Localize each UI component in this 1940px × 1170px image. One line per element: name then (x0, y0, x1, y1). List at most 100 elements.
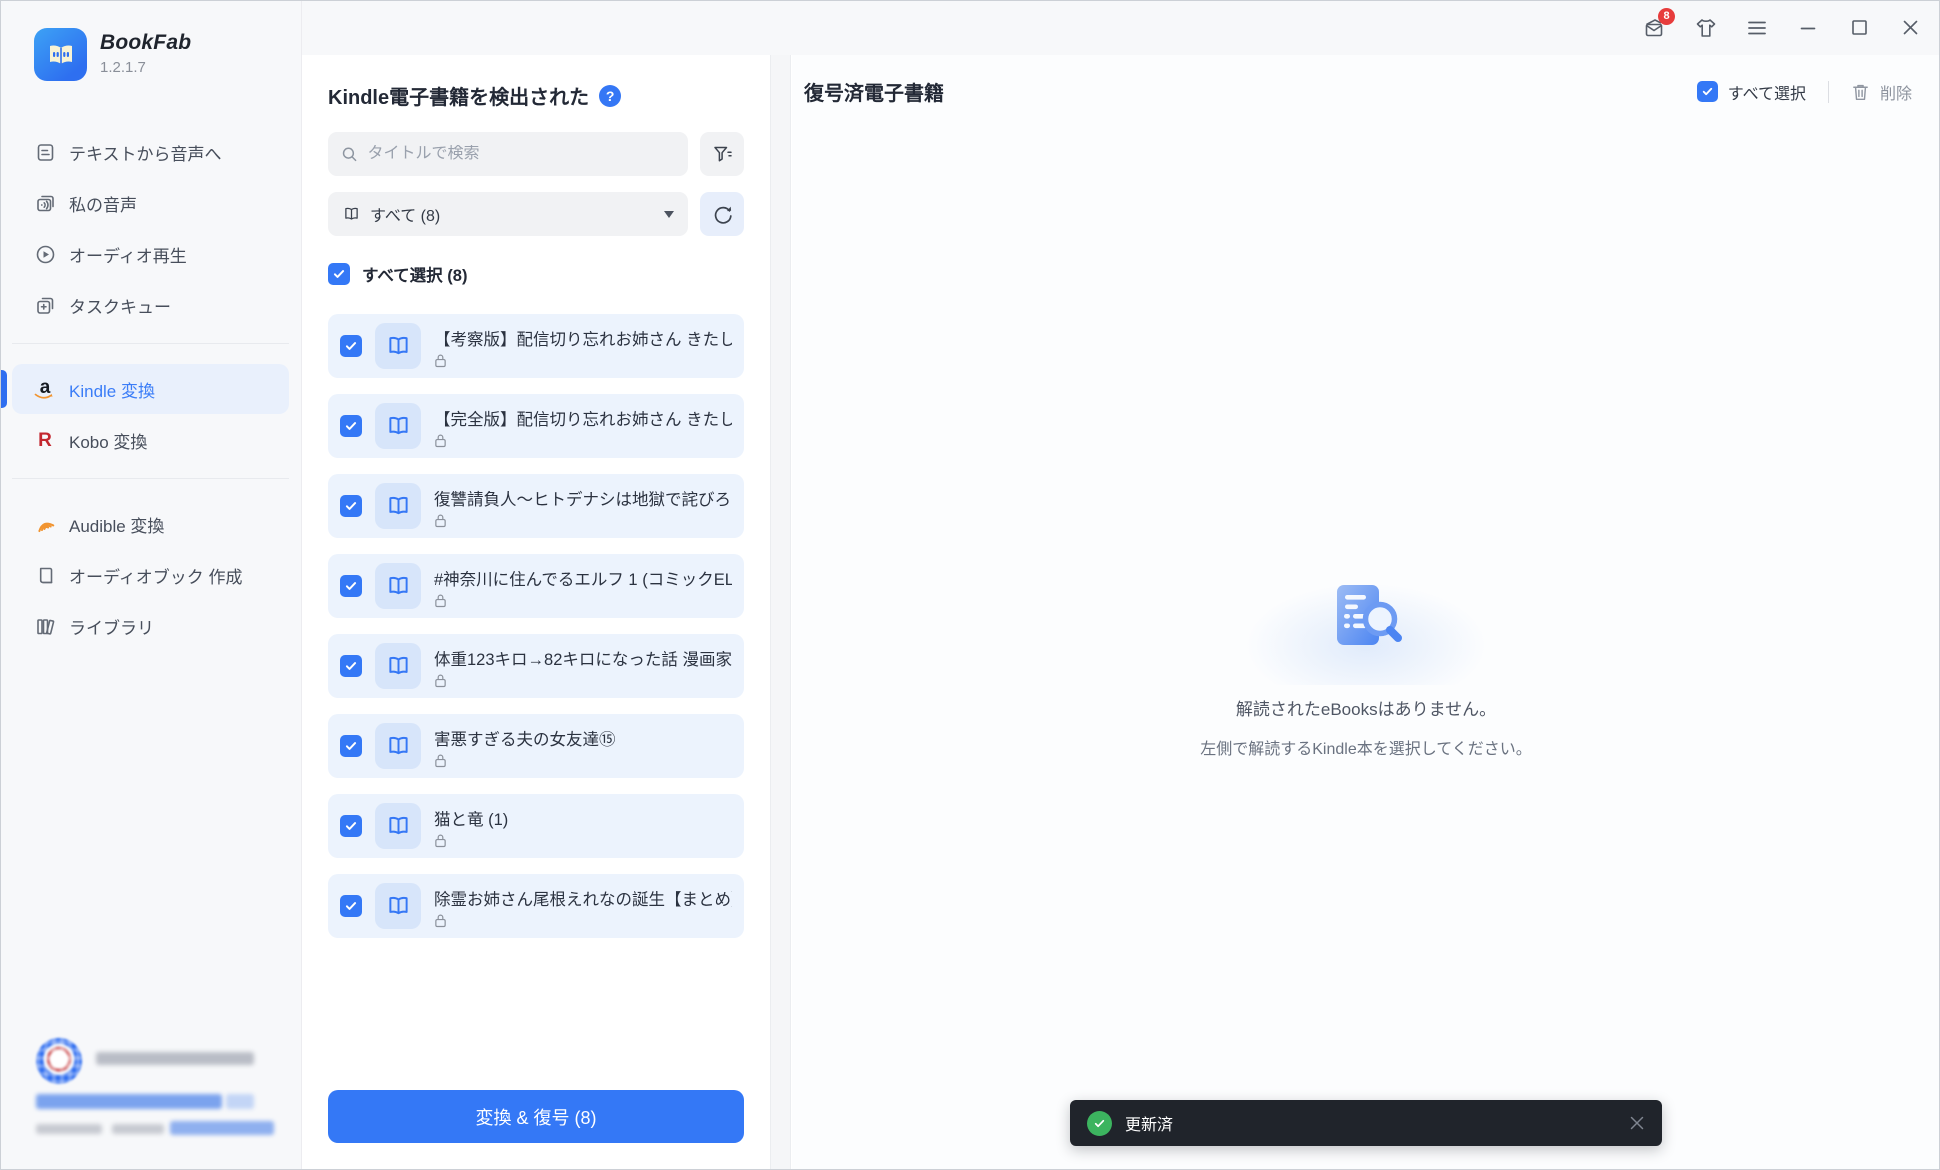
select-all-label: すべて選択 (8) (362, 262, 467, 286)
sidebar-item-audio-play[interactable]: オーディオ再生 (12, 229, 289, 279)
book-cover-icon (375, 483, 421, 529)
open-book-logo-icon (45, 41, 77, 69)
delete-button-label[interactable]: 削除 (1880, 80, 1912, 104)
detected-books-panel: Kindle電子書籍を検出された ? (302, 55, 770, 1170)
sidebar: BookFab 1.2.1.7 テキストから音声へ (0, 0, 302, 1170)
check-icon (344, 739, 358, 753)
sidebar-divider (12, 343, 289, 344)
decrypted-select-all-checkbox[interactable] (1697, 81, 1718, 102)
toast-close-button[interactable] (1629, 1115, 1645, 1131)
sidebar-item-library[interactable]: ライブラリ (12, 601, 289, 651)
book-list-item[interactable]: 体重123キロ→82キロになった話 漫画家な… (328, 634, 744, 698)
help-icon[interactable]: ? (599, 85, 621, 107)
empty-state: 解読されたeBooksはありません。 左側で解読するKindle本を選択してくだ… (1126, 553, 1606, 759)
book-checkbox[interactable] (340, 495, 362, 517)
book-cover-icon (375, 883, 421, 929)
merch-tshirt-button[interactable] (1694, 16, 1718, 40)
book-list-item[interactable]: 【完全版】配信切り忘れお姉さん きたしま… (328, 394, 744, 458)
book-checkbox[interactable] (340, 575, 362, 597)
book-title: 【完全版】配信切り忘れお姉さん きたしま… (434, 406, 732, 430)
book-checkbox[interactable] (340, 735, 362, 757)
book-cover-icon (375, 643, 421, 689)
lock-icon (434, 593, 447, 608)
sidebar-item-label: 私の音声 (69, 191, 137, 216)
search-input[interactable] (368, 145, 676, 163)
minimize-button[interactable] (1796, 16, 1820, 40)
redacted-link (170, 1121, 274, 1135)
sidebar-item-text-to-speech[interactable]: テキストから音声へ (12, 127, 289, 177)
sidebar-item-my-voice[interactable]: 私の音声 (12, 178, 289, 228)
sidebar-item-kindle-convert[interactable]: a Kindle 変換 (12, 364, 289, 414)
book-title: #神奈川に住んでるエルフ 1 (コミックELMO) (434, 566, 732, 590)
sidebar-item-label: ライブラリ (69, 614, 154, 639)
filter-funnel-icon (712, 144, 733, 165)
library-shelf-icon (34, 615, 56, 637)
redacted-username (96, 1052, 254, 1065)
app-version: 1.2.1.7 (100, 59, 191, 76)
sidebar-divider (12, 478, 289, 479)
book-cover-icon (375, 403, 421, 449)
check-icon (344, 819, 358, 833)
book-list-item[interactable]: 復讐請負人～ヒトデナシは地獄で詫びろ１… (328, 474, 744, 538)
notification-badge: 8 (1658, 8, 1675, 25)
task-queue-icon (34, 294, 56, 316)
sidebar-item-label: テキストから音声へ (69, 140, 222, 165)
user-account-area[interactable] (0, 1020, 302, 1170)
book-list-item[interactable]: #神奈川に住んでるエルフ 1 (コミックELMO) (328, 554, 744, 618)
check-icon (344, 659, 358, 673)
redacted-plan-bar (36, 1094, 222, 1109)
book-checkbox[interactable] (340, 655, 362, 677)
maximize-button[interactable] (1847, 16, 1871, 40)
book-checkbox[interactable] (340, 335, 362, 357)
kobo-rakuten-icon: R (34, 429, 56, 451)
sidebar-item-task-queue[interactable]: タスクキュー (12, 280, 289, 330)
book-list-item[interactable]: 【考察版】配信切り忘れお姉さん きたしま… (328, 314, 744, 378)
convert-decrypt-button[interactable]: 変換 & 復号 (8) (328, 1090, 744, 1143)
close-button[interactable] (1898, 16, 1922, 40)
sidebar-item-label: オーディオ再生 (69, 242, 187, 267)
empty-state-hint: 左側で解読するKindle本を選択してください。 (1126, 735, 1606, 759)
sidebar-item-label: Audible 変換 (69, 512, 164, 537)
check-icon (344, 579, 358, 593)
search-box[interactable] (328, 132, 688, 176)
filter-button[interactable] (700, 132, 744, 176)
book-list-item[interactable]: 猫と竜 (1) (328, 794, 744, 858)
sidebar-item-audiobook-create[interactable]: オーディオブック 作成 (12, 550, 289, 600)
book-checkbox[interactable] (340, 815, 362, 837)
lock-icon (434, 433, 447, 448)
decrypted-select-all-label[interactable]: すべて選択 (1728, 80, 1806, 104)
header-divider (1828, 81, 1829, 103)
refresh-button[interactable] (700, 192, 744, 236)
redacted-plan-bar (226, 1094, 254, 1109)
redacted-text (112, 1124, 164, 1134)
book-checkbox[interactable] (340, 895, 362, 917)
trash-icon[interactable] (1851, 82, 1870, 102)
decrypted-books-panel: 復号済電子書籍 すべて選択 削除 (792, 55, 1940, 1170)
lock-icon (434, 513, 447, 528)
detected-books-title: Kindle電子書籍を検出された (328, 81, 589, 110)
check-icon (344, 899, 358, 913)
book-filter-dropdown[interactable]: すべて (8) (328, 192, 688, 236)
lock-icon (434, 353, 447, 368)
menu-button[interactable] (1745, 16, 1769, 40)
book-list-item[interactable]: 除霊お姉さん尾根えれなの誕生【まとめ】き… (328, 874, 744, 938)
panel-scrollbar[interactable] (770, 55, 791, 1170)
book-checkbox[interactable] (340, 415, 362, 437)
sidebar-item-label: Kindle 変換 (69, 377, 155, 402)
lock-icon (434, 753, 447, 768)
sidebar-item-audible-convert[interactable]: Audible 変換 (12, 499, 289, 549)
book-title: 害悪すぎる夫の女友達⑮ (434, 726, 732, 750)
select-all-checkbox[interactable] (328, 263, 350, 285)
sidebar-item-label: Kobo 変換 (69, 428, 147, 453)
toast-message: 更新済 (1125, 1111, 1173, 1135)
lock-icon (434, 913, 447, 928)
check-icon (344, 499, 358, 513)
lock-icon (434, 673, 447, 688)
inbox-mail-button[interactable]: 8 (1643, 16, 1667, 40)
book-list: 【考察版】配信切り忘れお姉さん きたしま… 【完全版】配信切り忘れお姉さん きた… (328, 314, 744, 938)
book-cover-icon (375, 803, 421, 849)
sidebar-item-kobo-convert[interactable]: R Kobo 変換 (12, 415, 289, 465)
book-cover-icon (375, 723, 421, 769)
book-title: 体重123キロ→82キロになった話 漫画家な… (434, 646, 732, 670)
book-list-item[interactable]: 害悪すぎる夫の女友達⑮ (328, 714, 744, 778)
